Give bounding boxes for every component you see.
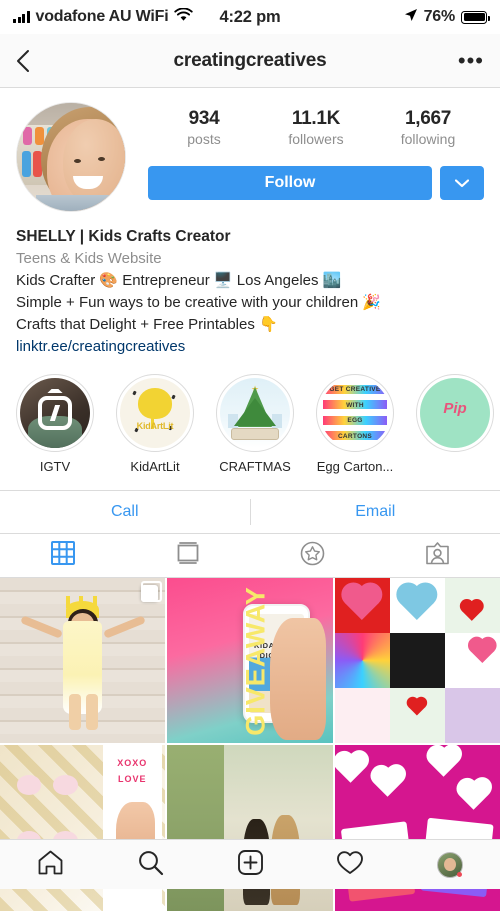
profile-header: 934 posts 11.1K followers 1,667 followin… xyxy=(0,88,500,212)
avatar[interactable] xyxy=(16,102,126,212)
stat-following[interactable]: 1,667 following xyxy=(372,108,484,147)
search-tab[interactable] xyxy=(100,849,200,881)
highlight-label: KidArtLit xyxy=(116,459,194,474)
tagged-tab[interactable] xyxy=(375,534,500,577)
ec-line-3: EGG xyxy=(327,417,383,424)
back-button[interactable] xyxy=(16,49,50,73)
home-tab[interactable] xyxy=(0,849,100,881)
kidartlit-cover: KidArtLit xyxy=(120,378,190,448)
kidartlit-cover-text: KidArtLit xyxy=(120,421,190,431)
ec-line-1: GET CREATIVE xyxy=(327,386,383,393)
carrier-label: vodafone AU WiFi xyxy=(36,8,169,26)
highlight-label: CRAFTMAS xyxy=(216,459,294,474)
battery-percent: 76% xyxy=(424,8,455,26)
ec-line-2: WITH xyxy=(327,402,383,409)
carousel-icon xyxy=(141,585,158,602)
bio-line-2: Simple + Fun ways to be creative with yo… xyxy=(16,292,484,314)
more-actions-button[interactable] xyxy=(440,166,484,200)
followers-count: 11.1K xyxy=(260,108,372,130)
highlight-igtv[interactable]: IGTV xyxy=(16,374,94,474)
grid-tab[interactable] xyxy=(0,534,125,577)
list-tab[interactable] xyxy=(125,534,250,577)
search-icon xyxy=(137,849,164,881)
activity-tab[interactable] xyxy=(300,849,400,881)
post-giveaway[interactable]: KIDARTLIT DIGITAL GIVEAWAY xyxy=(167,578,332,743)
post-valentine-collage[interactable] xyxy=(335,578,500,743)
notification-badge xyxy=(457,872,462,877)
plus-square-icon xyxy=(237,849,264,881)
post-girl-sun-crown[interactable] xyxy=(0,578,165,743)
bio-section: SHELLY | Kids Crafts Creator Teens & Kid… xyxy=(0,212,500,358)
location-arrow-icon xyxy=(404,8,418,27)
bottom-navigation xyxy=(0,839,500,889)
heart-icon xyxy=(336,849,364,881)
igtv-cover xyxy=(20,378,90,448)
giveaway-text: GIVEAWAY xyxy=(240,586,271,736)
battery-icon xyxy=(461,11,487,24)
tagged-person-icon xyxy=(425,541,450,571)
story-highlights: IGTV KidArtLit KidArtLit ★ CRAFTMAS GET … xyxy=(0,358,500,474)
contact-actions: Call Email xyxy=(0,490,500,534)
follow-button[interactable]: Follow xyxy=(148,166,432,200)
highlight-pip[interactable]: Pip xyxy=(416,374,494,474)
highlight-label: Egg Carton... xyxy=(316,459,394,474)
wifi-icon xyxy=(174,8,193,27)
profile-stats: 934 posts 11.1K followers 1,667 followin… xyxy=(148,108,484,147)
ec-line-4: CARTONS xyxy=(327,433,383,440)
grid-icon xyxy=(51,541,75,570)
home-icon xyxy=(37,849,64,881)
profile-tab[interactable] xyxy=(400,852,500,878)
highlight-egg-carton[interactable]: GET CREATIVE WITH EGG CARTONS Egg Carton… xyxy=(316,374,394,474)
navigation-bar: creatingcreatives ••• xyxy=(0,34,500,88)
following-count: 1,667 xyxy=(372,108,484,130)
pip-cover-text: Pip xyxy=(420,400,490,417)
craftmas-cover: ★ xyxy=(220,378,290,448)
highlight-kidartlit[interactable]: KidArtLit KidArtLit xyxy=(116,374,194,474)
saved-tab[interactable] xyxy=(250,534,375,577)
list-icon xyxy=(175,540,201,571)
bio-link[interactable]: linktr.ee/creatingcreatives xyxy=(16,336,484,358)
highlight-label: IGTV xyxy=(16,459,94,474)
bio-line-1: Kids Crafter 🎨 Entrepreneur 🖥️ Los Angel… xyxy=(16,270,484,292)
chevron-down-icon xyxy=(455,176,469,191)
email-button[interactable]: Email xyxy=(251,490,500,534)
page-title: creatingcreatives xyxy=(50,50,450,72)
clock: 4:22 pm xyxy=(220,8,281,27)
eggcarton-cover: GET CREATIVE WITH EGG CARTONS xyxy=(320,378,390,448)
stat-posts[interactable]: 934 posts xyxy=(148,108,260,147)
posts-label: posts xyxy=(148,131,260,147)
pip-cover: Pip xyxy=(420,378,490,448)
bio-line-3: Crafts that Delight + Free Printables 👇 xyxy=(16,314,484,336)
igtv-icon xyxy=(38,396,72,430)
followers-label: followers xyxy=(260,131,372,147)
highlight-craftmas[interactable]: ★ CRAFTMAS xyxy=(216,374,294,474)
posts-count: 934 xyxy=(148,108,260,130)
category-label: Teens & Kids Website xyxy=(16,248,484,270)
status-bar: vodafone AU WiFi 4:22 pm 76% xyxy=(0,0,500,34)
call-button[interactable]: Call xyxy=(0,490,250,534)
following-label: following xyxy=(372,131,484,147)
xoxo-text: XOXO LOVE xyxy=(104,755,160,787)
add-post-tab[interactable] xyxy=(200,849,300,881)
more-options-icon[interactable]: ••• xyxy=(450,55,484,66)
display-name: SHELLY | Kids Crafts Creator xyxy=(16,226,484,248)
star-circle-icon xyxy=(300,541,325,571)
signal-bars-icon xyxy=(13,11,30,23)
profile-tabs xyxy=(0,534,500,578)
stat-followers[interactable]: 11.1K followers xyxy=(260,108,372,147)
